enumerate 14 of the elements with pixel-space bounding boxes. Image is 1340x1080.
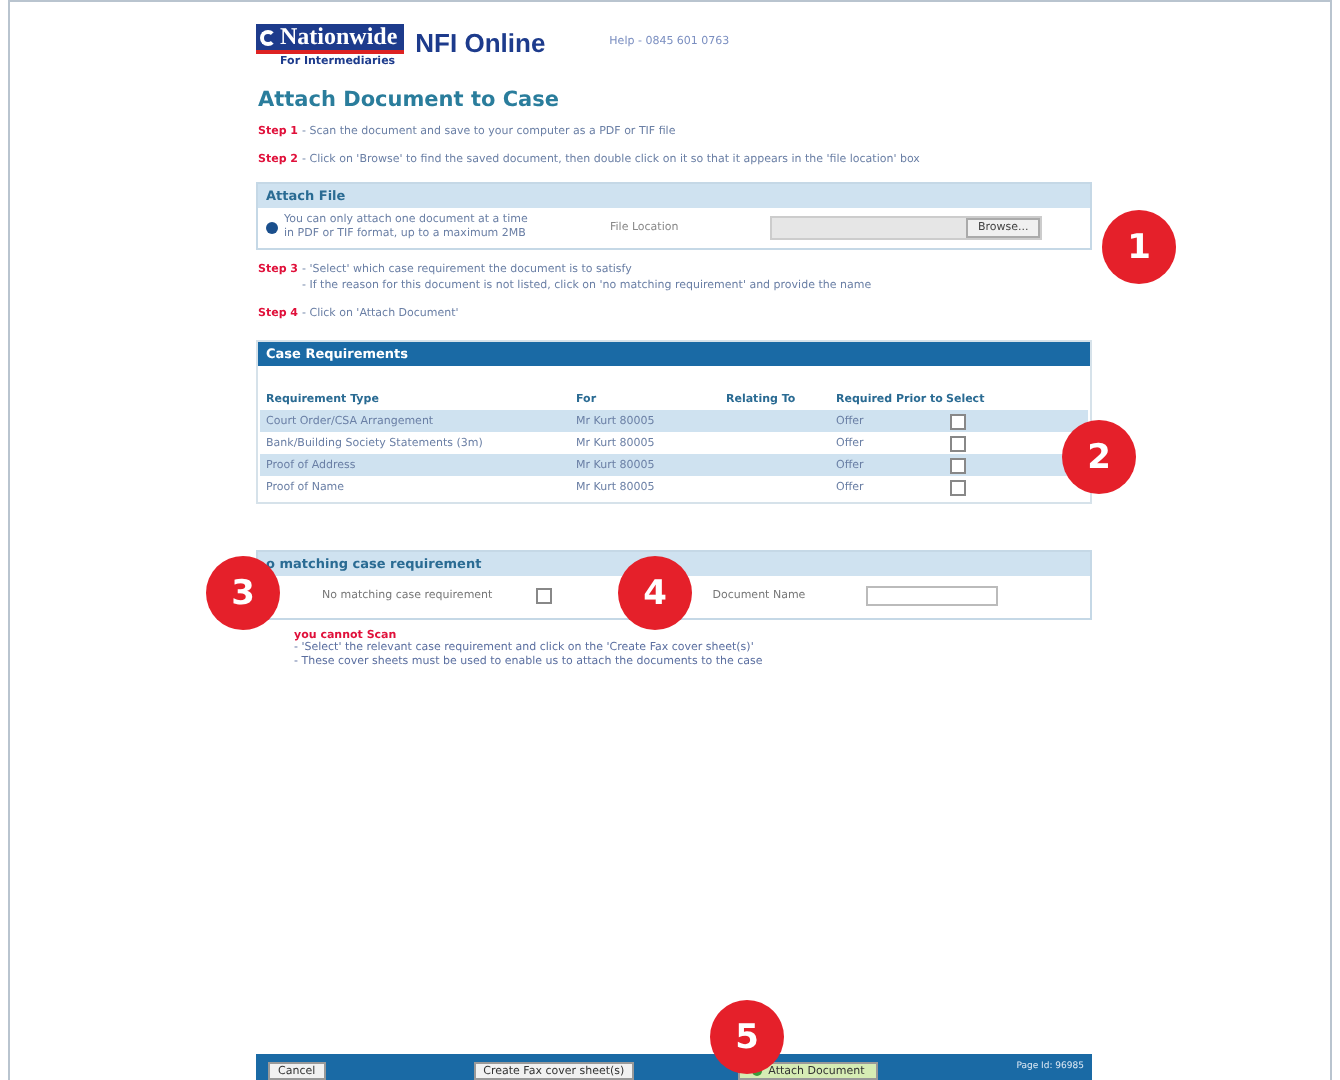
select-checkbox[interactable] xyxy=(950,479,966,495)
callout-badge: 1 xyxy=(1102,210,1176,284)
page-title: Attach Document to Case xyxy=(258,88,561,112)
select-checkbox[interactable] xyxy=(950,457,966,473)
document-name-field[interactable] xyxy=(865,586,998,606)
logo-badge: Nationwide xyxy=(256,24,404,54)
no-match-checkbox[interactable] xyxy=(536,588,553,604)
callout-badge: 4 xyxy=(618,556,692,630)
select-checkbox[interactable] xyxy=(950,435,966,451)
select-checkbox[interactable] xyxy=(950,413,966,429)
product-name: NFI Online xyxy=(415,28,546,58)
swirl-icon xyxy=(260,29,276,45)
info-icon xyxy=(266,222,278,234)
callout-badge: 2 xyxy=(1062,420,1136,494)
